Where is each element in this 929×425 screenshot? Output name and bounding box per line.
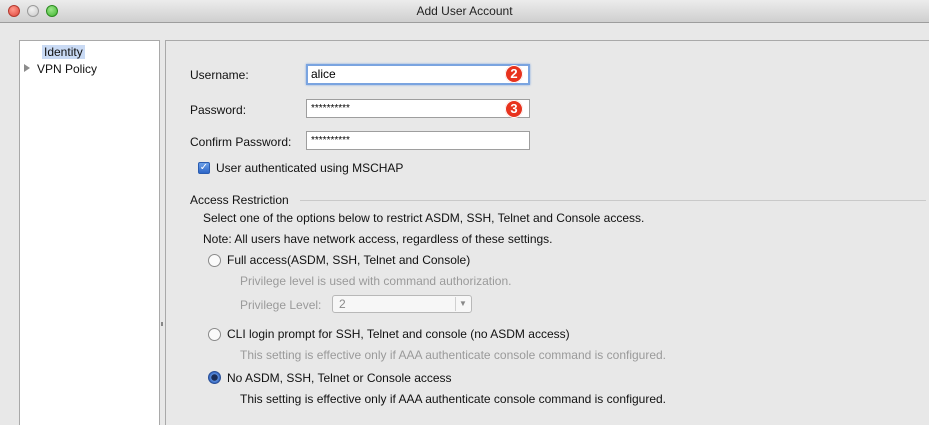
no-access-label: No ASDM, SSH, Telnet or Console access: [227, 371, 452, 385]
no-access-radio[interactable]: [208, 371, 221, 384]
sidebar-tree: Identity VPN Policy: [19, 40, 160, 425]
window-title: Add User Account: [416, 4, 513, 18]
full-access-desc: Privilege level is used with command aut…: [240, 274, 512, 288]
cli-login-label: CLI login prompt for SSH, Telnet and con…: [227, 327, 570, 341]
sidebar-item-vpn-policy[interactable]: VPN Policy: [24, 62, 97, 76]
cli-login-desc: This setting is effective only if AAA au…: [240, 348, 667, 362]
step-badge-2: 2: [505, 65, 523, 83]
no-access-desc: This setting is effective only if AAA au…: [240, 392, 667, 406]
full-access-label: Full access(ASDM, SSH, Telnet and Consol…: [227, 253, 471, 267]
chevron-down-icon: ▼: [455, 297, 470, 311]
privilege-level-value: 2: [339, 297, 346, 311]
section-divider: [300, 200, 926, 201]
username-label: Username:: [190, 68, 249, 82]
access-restriction-heading: Access Restriction: [190, 193, 289, 207]
cli-login-radio[interactable]: [208, 328, 221, 341]
confirm-password-label: Confirm Password:: [190, 135, 292, 149]
password-label: Password:: [190, 103, 247, 117]
identity-panel: Username: alice 2 Password: ********** 3…: [165, 40, 929, 425]
full-access-radio[interactable]: [208, 254, 221, 267]
password-input[interactable]: **********: [306, 99, 530, 118]
step-badge-3: 3: [505, 100, 523, 118]
sidebar-item-identity[interactable]: Identity: [42, 45, 85, 59]
sidebar-item-label: VPN Policy: [37, 62, 98, 76]
disclosure-triangle-icon[interactable]: [24, 64, 30, 72]
title-bar: Add User Account: [0, 0, 929, 23]
privilege-level-select[interactable]: 2 ▼: [332, 295, 472, 313]
split-divider[interactable]: [160, 40, 163, 424]
mschap-checkbox[interactable]: ✓: [198, 162, 210, 174]
username-input[interactable]: alice: [306, 64, 530, 85]
access-instructions: Select one of the options below to restr…: [203, 211, 645, 225]
mschap-label: User authenticated using MSCHAP: [216, 161, 404, 175]
splitter-handle-icon[interactable]: [161, 322, 163, 326]
confirm-password-input[interactable]: **********: [306, 131, 530, 150]
privilege-level-label: Privilege Level:: [240, 298, 322, 312]
access-note: Note: All users have network access, reg…: [203, 232, 553, 246]
